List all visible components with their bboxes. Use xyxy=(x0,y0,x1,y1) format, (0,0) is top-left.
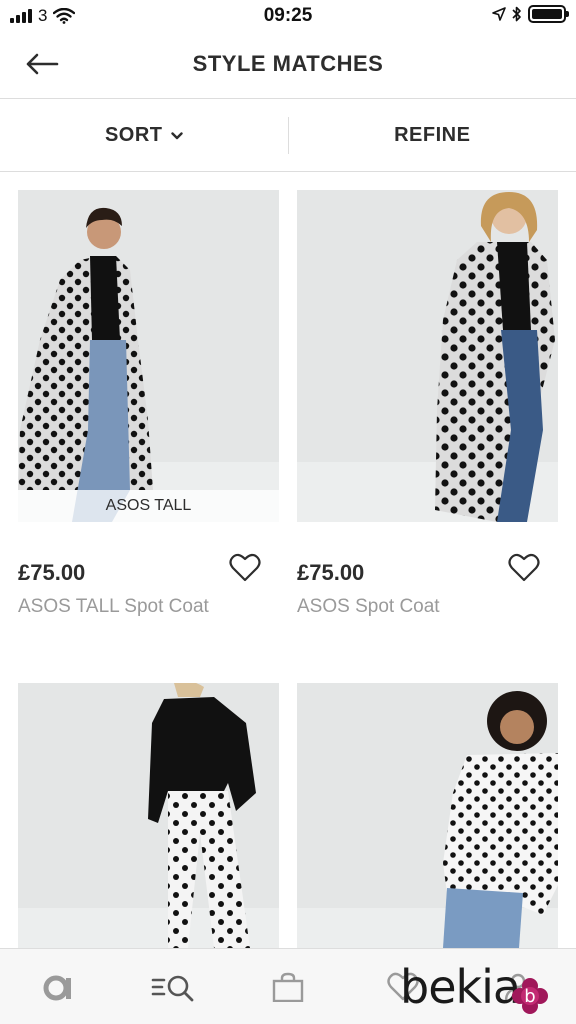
page-title: STYLE MATCHES xyxy=(192,51,384,76)
status-time: 09:25 xyxy=(263,5,313,26)
watermark-text: bekia xyxy=(400,960,521,1014)
refine-button[interactable]: REFINE xyxy=(289,100,576,171)
watermark-mark: b xyxy=(524,986,535,1007)
product-image[interactable] xyxy=(297,190,558,522)
product-image[interactable] xyxy=(297,683,558,948)
save-button[interactable] xyxy=(227,551,263,585)
location-arrow-icon xyxy=(492,7,506,21)
product-card[interactable] xyxy=(18,683,279,948)
tab-search[interactable] xyxy=(115,949,230,1024)
chevron-down-icon xyxy=(170,131,183,139)
status-bar: 3 09:25 xyxy=(0,0,576,32)
heart-icon xyxy=(508,553,540,582)
product-card[interactable]: ASOS TALL £75.00 ASOS TALL Spot Coat xyxy=(18,190,279,617)
sort-label: SORT xyxy=(104,124,163,146)
bag-icon xyxy=(272,972,304,1002)
product-price: £75.00 xyxy=(18,560,86,585)
watermark-logo: bekia b xyxy=(400,960,550,1020)
save-button[interactable] xyxy=(506,551,542,585)
watermark-flower-icon: b xyxy=(512,978,548,1014)
home-icon xyxy=(43,975,71,1000)
filter-bar: SORT REFINE xyxy=(0,100,576,172)
search-icon xyxy=(151,975,194,1001)
battery-icon xyxy=(528,5,569,23)
refine-label: REFINE xyxy=(394,124,471,146)
sort-button[interactable]: SORT xyxy=(0,100,288,171)
bluetooth-icon xyxy=(512,6,521,22)
product-card[interactable] xyxy=(297,683,558,948)
product-image[interactable]: ASOS TALL xyxy=(18,190,279,522)
app-header: STYLE MATCHES xyxy=(0,32,576,99)
product-image[interactable] xyxy=(18,683,279,948)
tab-bag[interactable] xyxy=(230,949,345,1024)
product-badge: ASOS TALL xyxy=(18,490,279,522)
product-name[interactable]: ASOS Spot Coat xyxy=(297,596,440,618)
product-card[interactable]: £75.00 ASOS Spot Coat xyxy=(297,190,558,617)
product-name[interactable]: ASOS TALL Spot Coat xyxy=(18,596,209,618)
product-price: £75.00 xyxy=(297,560,365,585)
heart-icon xyxy=(229,553,261,582)
tab-home[interactable] xyxy=(0,949,115,1024)
status-right xyxy=(492,5,569,23)
